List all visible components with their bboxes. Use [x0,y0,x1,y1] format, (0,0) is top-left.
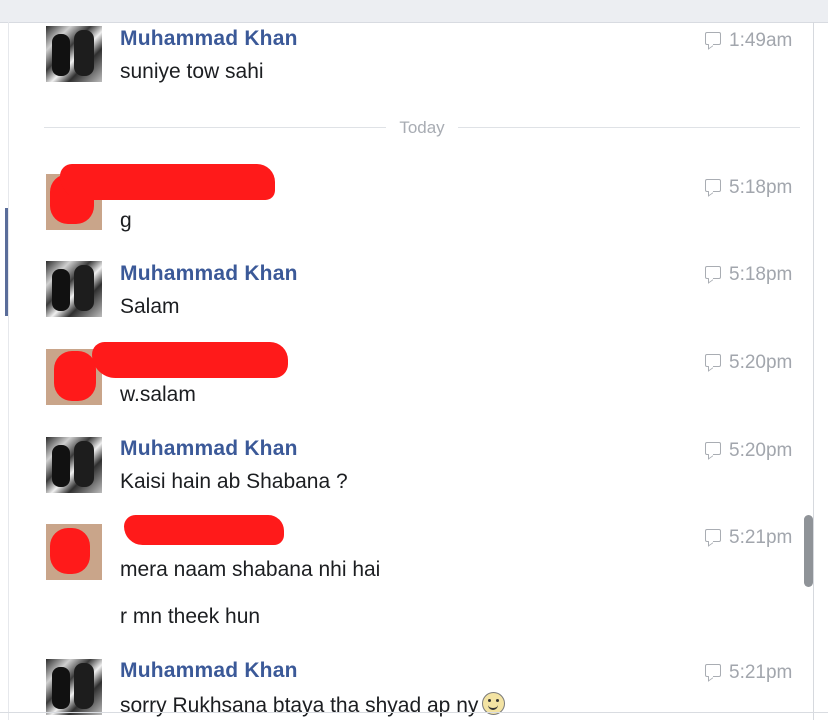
message-text: suniye tow sahi [120,60,264,83]
message-timestamp: 5:18pm [705,177,792,199]
avatar[interactable] [46,437,102,493]
sender-name-link[interactable]: Muhammad Khan [120,262,298,286]
message-bubble-icon [705,354,721,367]
day-divider-label: Today [399,118,445,137]
message-text: w.salam [120,383,196,406]
unread-indicator [5,208,8,316]
redaction-mark [54,351,96,401]
message-bubble-icon [705,32,721,45]
conversation-left-border [8,22,9,720]
scrollbar-track[interactable] [813,22,814,720]
chat-header-bar [0,0,828,23]
message-timestamp: 1:49am [705,30,792,52]
redaction-mark [50,528,90,574]
message-text: Salam [120,295,180,318]
message-text: g [120,209,132,232]
day-divider-line [44,127,386,128]
day-divider-line [458,127,800,128]
message-timestamp: 5:20pm [705,440,792,462]
message-bubble-icon [705,664,721,677]
message-text: mera naam shabana nhi hai [120,558,381,581]
avatar[interactable] [46,261,102,317]
redacted-sender-name [92,342,288,378]
message-text: r mn theek hun [120,605,261,628]
message-timestamp: 5:21pm [705,527,792,549]
scrollbar-thumb[interactable] [804,515,813,587]
message-bubble-icon [705,179,721,192]
avatar[interactable] [46,659,102,715]
avatar[interactable] [46,26,102,82]
message-timestamp: 5:21pm [705,662,792,684]
sender-name-link[interactable]: Muhammad Khan [120,27,298,51]
sender-name-link[interactable]: Muhammad Khan [120,659,298,683]
message-bubble-icon [705,442,721,455]
message-text: Kaisi hain ab Shabana ? [120,470,348,493]
avatar[interactable] [46,524,102,580]
message-text: sorry Rukhsana btaya tha shyad ap ny [120,692,506,718]
message-bubble-icon [705,266,721,279]
redacted-sender-name [124,515,284,545]
composer-top-border [0,712,828,713]
message-timestamp: 5:18pm [705,264,792,286]
message-bubble-icon [705,529,721,542]
sender-name-link[interactable]: Muhammad Khan [120,437,298,461]
message-timestamp: 5:20pm [705,352,792,374]
redacted-sender-name [60,164,275,200]
